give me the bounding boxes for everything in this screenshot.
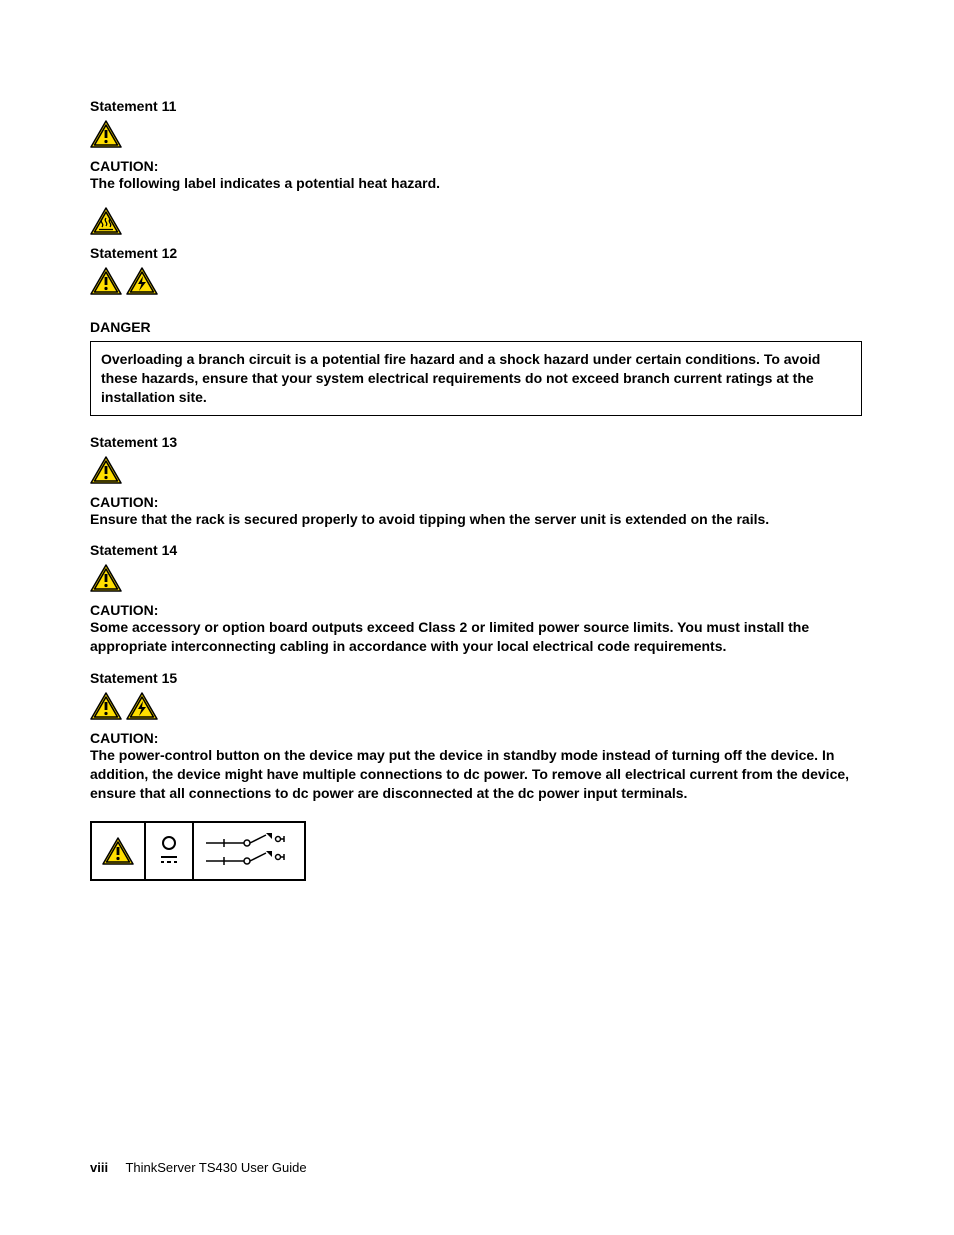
heat-icon <box>90 207 122 235</box>
statement-14-title: Statement 14 <box>90 542 862 558</box>
shock-icon <box>126 267 158 295</box>
statement-14-icons <box>90 564 862 592</box>
statement-11-icons <box>90 120 862 148</box>
statement-14-caution-label: CAUTION: <box>90 602 862 618</box>
statement-12-icons <box>90 267 862 295</box>
statement-14-body: Some accessory or option board outputs e… <box>90 618 862 656</box>
statement-13-caution-label: CAUTION: <box>90 494 862 510</box>
warning-icon <box>90 692 122 720</box>
warning-icon <box>90 564 122 592</box>
statement-15-caution-label: CAUTION: <box>90 730 862 746</box>
page-footer: viii ThinkServer TS430 User Guide <box>90 1160 307 1175</box>
warning-icon <box>102 837 134 865</box>
warning-icon <box>90 456 122 484</box>
diagram-power-cell <box>146 823 194 879</box>
statement-15-body: The power-control button on the device m… <box>90 746 862 803</box>
statement-15-title: Statement 15 <box>90 670 862 686</box>
statement-15-icons <box>90 692 862 720</box>
page-number: viii <box>90 1160 108 1175</box>
diagram-warning-cell <box>92 823 146 879</box>
dc-disconnect-diagram <box>90 821 306 881</box>
power-symbol-icon <box>156 833 182 869</box>
statement-11-caution-label: CAUTION: <box>90 158 862 174</box>
document-page: Statement 11 CAUTION: The following labe… <box>0 0 954 1235</box>
statement-13-body: Ensure that the rack is secured properly… <box>90 510 862 529</box>
statement-11-title: Statement 11 <box>90 98 862 114</box>
warning-icon <box>90 267 122 295</box>
disconnect-switches-icon <box>204 831 294 871</box>
danger-box: Overloading a branch circuit is a potent… <box>90 341 862 416</box>
danger-label: DANGER <box>90 319 862 335</box>
shock-icon <box>126 692 158 720</box>
footer-title: ThinkServer TS430 User Guide <box>125 1160 306 1175</box>
heat-hazard-label-icon <box>90 207 862 235</box>
warning-icon <box>90 120 122 148</box>
statement-13-icons <box>90 456 862 484</box>
diagram-disconnect-cell <box>194 823 304 879</box>
statement-11-body: The following label indicates a potentia… <box>90 174 862 193</box>
statement-12-title: Statement 12 <box>90 245 862 261</box>
statement-13-title: Statement 13 <box>90 434 862 450</box>
